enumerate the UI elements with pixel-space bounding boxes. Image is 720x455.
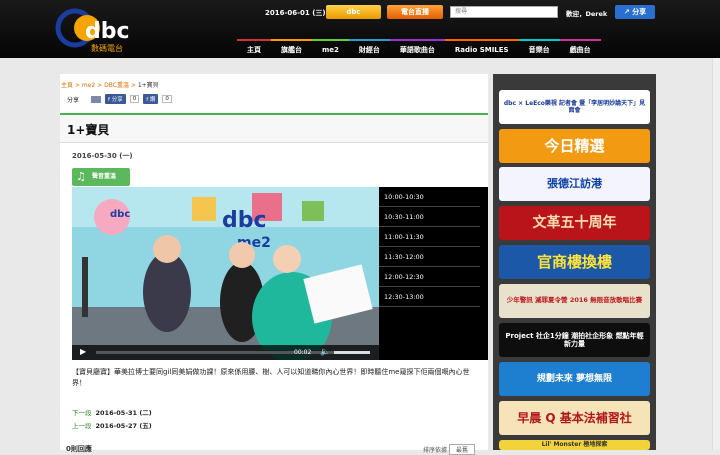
headphones-icon: ♫ — [76, 170, 86, 183]
program-date: 2016-05-30 (一) — [72, 152, 133, 160]
breadcrumb-home[interactable]: 主頁 — [61, 82, 73, 89]
nav-flagship[interactable]: 旗艦台 — [271, 39, 312, 57]
facebook-like-label: 讚 — [149, 97, 156, 103]
sidebar-banner[interactable]: 規劃未來 夢想無限 — [499, 362, 650, 396]
dbc-button[interactable]: dbc — [326, 5, 381, 19]
nav-finance[interactable]: 財經台 — [348, 39, 390, 57]
main-nav: 主頁 旗艦台 me2 財經台 華語歌曲台 Radio SMILES 音樂台 戲曲… — [237, 39, 601, 57]
video-logo-dbc: dbc — [222, 208, 267, 233]
nav-opera[interactable]: 戲曲台 — [559, 39, 601, 57]
sidebar-banner[interactable]: Lil' Monster 極地探索 — [499, 440, 650, 450]
time-slot-list: 10:00-10:30 10:30-11:00 11:00-11:30 11:3… — [379, 187, 488, 360]
host-face — [229, 242, 255, 268]
svg-text:dbc: dbc — [85, 19, 130, 44]
live-radio-button[interactable]: 電台直播 — [387, 5, 443, 19]
next-episode-label: 下一段 — [72, 409, 92, 417]
time-slot[interactable]: 12:00-12:30 — [379, 267, 480, 287]
search-input[interactable]: 搜尋 — [450, 6, 558, 18]
share-button[interactable]: ↗ 分享 — [615, 5, 655, 19]
share-button-label: 分享 — [632, 8, 647, 16]
sort-label: 排序依據 — [423, 447, 448, 454]
breadcrumb-me2[interactable]: me2 — [82, 82, 95, 89]
volume-icon[interactable]: 🔈 — [320, 347, 330, 356]
nav-home[interactable]: 主頁 — [237, 39, 271, 57]
facebook-like-button[interactable]: f 讚 — [143, 94, 159, 104]
volume-slider[interactable] — [334, 351, 370, 354]
seek-bar[interactable] — [96, 351, 356, 354]
page-title: 1+寶貝 — [67, 123, 110, 137]
sidebar-banner[interactable]: dbc × LeEco樂視 記者會 暨「李居明妙論天下」見面會 — [499, 90, 650, 124]
breadcrumb: 主頁 > me2 > DBC重溫 > 1+寶貝 — [61, 80, 159, 89]
playback-label: 聲音重溫 — [92, 173, 117, 180]
facebook-share-button[interactable]: f 分享 — [105, 94, 126, 104]
sidebar-banner[interactable]: 官商樓換樓 — [499, 245, 650, 279]
title-bar — [60, 113, 488, 143]
facebook-share-label: 分享 — [111, 97, 123, 103]
email-icon[interactable] — [91, 95, 102, 103]
sidebar-banner[interactable]: 張德江訪港 — [499, 167, 650, 201]
nav-radio-smiles[interactable]: Radio SMILES — [444, 39, 519, 57]
sidebar-banner[interactable]: 今日精選 — [499, 129, 650, 163]
nav-me2[interactable]: me2 — [312, 39, 349, 57]
time-slot[interactable]: 12:30-13:00 — [379, 287, 480, 307]
host-face — [153, 235, 181, 263]
time-slot[interactable]: 11:00-11:30 — [379, 227, 480, 247]
microphone-stand — [82, 257, 88, 317]
nav-chinese-songs[interactable]: 華語歌曲台 — [389, 39, 445, 57]
bg-house-shape — [302, 201, 324, 221]
program-description: 【寶貝廳寶】華美拉博士要同gil同美娟做功課！原來係用腰、樹、人可以知道睇你內心… — [72, 368, 470, 387]
sidebar-banner[interactable]: 少年警訊 滅罪夏令營 2016 無限音放歌唱比賽 — [499, 284, 650, 318]
share-row: 分享 f 分享 0 f 讚 0 — [67, 94, 172, 104]
share-count: 0 — [129, 95, 140, 103]
logo-sub-text: 數碼電台 — [91, 43, 123, 53]
time-slot[interactable]: 10:30-11:00 — [379, 207, 480, 227]
playback-button[interactable]: ♫ 聲音重溫 — [72, 168, 130, 186]
prev-episode-label: 上一段 — [72, 422, 92, 430]
breadcrumb-dbc-replay[interactable]: DBC重溫 — [104, 82, 129, 89]
host-face — [273, 245, 301, 273]
prev-episode-date: 2016-05-27 (五) — [95, 422, 152, 430]
video-frame: dbc dbc me2 — [72, 187, 379, 360]
sidebar-banner[interactable]: Project 社企1分鐘 潮拍社企形象 燃點年輕新力量 — [499, 323, 650, 357]
comments-count: 0則回應 — [66, 445, 92, 453]
current-date: 2016-06-01 (三) — [265, 9, 326, 17]
video-controls: ▶ 00:02 🔈 — [72, 345, 379, 360]
breadcrumb-sep: > — [97, 82, 103, 89]
like-count: 0 — [162, 95, 172, 103]
host-figure — [143, 252, 191, 332]
bg-house-shape — [192, 197, 216, 221]
video-time: 00:02 — [294, 349, 312, 356]
time-slot[interactable]: 10:00-10:30 — [379, 187, 480, 207]
video-player[interactable]: dbc dbc me2 — [72, 187, 379, 360]
next-episode[interactable]: 下一段 2016-05-31 (二) — [72, 407, 152, 417]
breadcrumb-current: 1+寶貝 — [137, 82, 159, 89]
welcome-text: 歡迎，Derek — [566, 10, 608, 18]
sidebar-banner[interactable]: 文革五十周年 — [499, 206, 650, 240]
next-episode-date: 2016-05-31 (二) — [95, 409, 152, 417]
sidebar-banner[interactable]: 早晨 Q 基本法補習社 — [499, 401, 650, 435]
play-icon[interactable]: ▶ — [80, 347, 86, 356]
share-label: 分享 — [67, 96, 80, 104]
dbc-logo[interactable]: dbc 數碼電台 — [55, 8, 147, 54]
top-header: dbc 數碼電台 2016-06-01 (三) dbc 電台直播 搜尋 歡迎，D… — [0, 0, 720, 58]
prev-episode[interactable]: 上一段 2016-05-27 (五) — [72, 420, 152, 430]
breadcrumb-sep: > — [130, 82, 136, 89]
breadcrumb-sep: > — [74, 82, 80, 89]
time-slot[interactable]: 11:30-12:00 — [379, 247, 480, 267]
video-brand: dbc — [110, 209, 130, 220]
page-scrollbar[interactable] — [712, 58, 720, 450]
nav-music[interactable]: 音樂台 — [518, 39, 560, 57]
